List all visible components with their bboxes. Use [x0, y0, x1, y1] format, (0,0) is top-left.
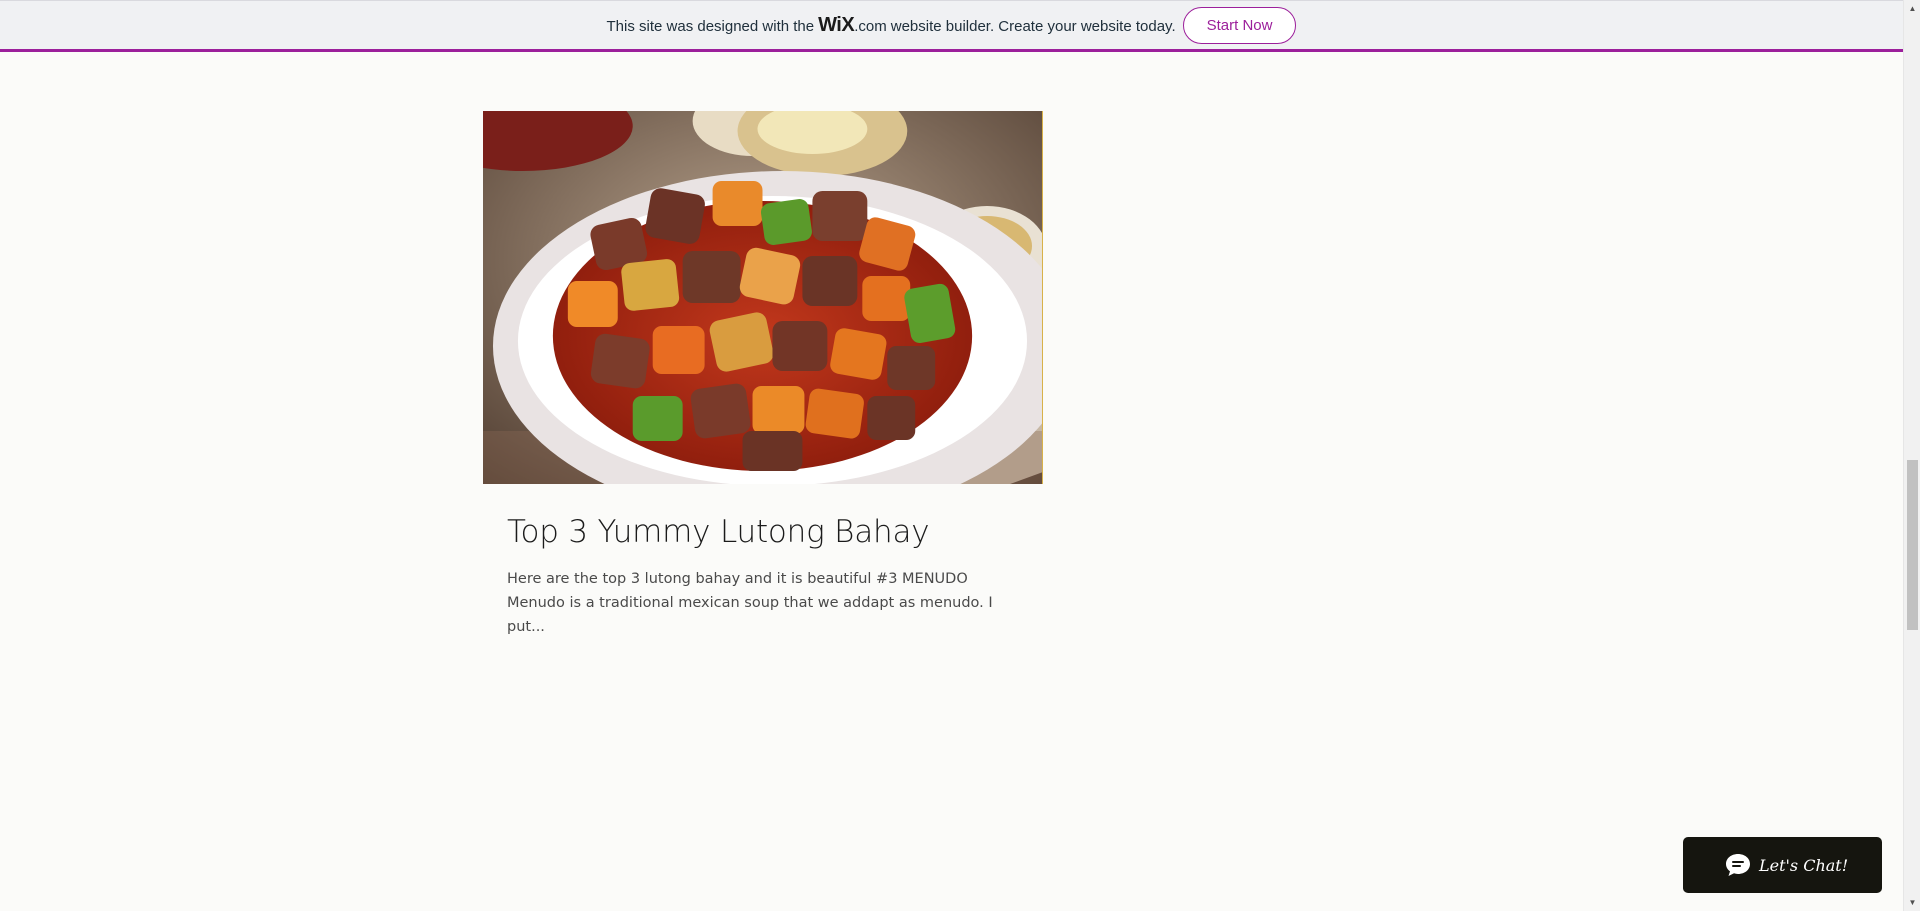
wix-logo[interactable]: WiX: [818, 14, 855, 37]
scroll-up-arrow-icon[interactable]: ▲: [1904, 0, 1920, 17]
post-cover-image[interactable]: [483, 111, 1043, 484]
wix-promo-banner: This site was designed with the WiX .com …: [0, 0, 1903, 52]
banner-text-before: This site was designed with the: [606, 17, 815, 35]
page-scrollbar[interactable]: ▲ ▼: [1903, 0, 1920, 911]
chat-label: Let's Chat!: [1759, 855, 1849, 875]
banner-message: This site was designed with the WiX .com …: [607, 14, 1176, 37]
lets-chat-button[interactable]: Let's Chat!: [1683, 837, 1882, 893]
banner-text-after: website builder. Create your website tod…: [890, 17, 1176, 35]
scroll-down-arrow-icon[interactable]: ▼: [1904, 894, 1920, 911]
post-title[interactable]: Top 3 Yummy Lutong Bahay: [507, 514, 1043, 550]
wix-domain: .com: [854, 17, 887, 35]
start-now-button[interactable]: Start Now: [1182, 6, 1297, 44]
scrollbar-thumb[interactable]: [1907, 460, 1918, 630]
chat-bubble-icon: [1726, 854, 1750, 876]
blog-post-card[interactable]: Top 3 Yummy Lutong Bahay Here are the to…: [483, 111, 1043, 639]
post-excerpt: Here are the top 3 lutong bahay and it i…: [507, 571, 993, 635]
